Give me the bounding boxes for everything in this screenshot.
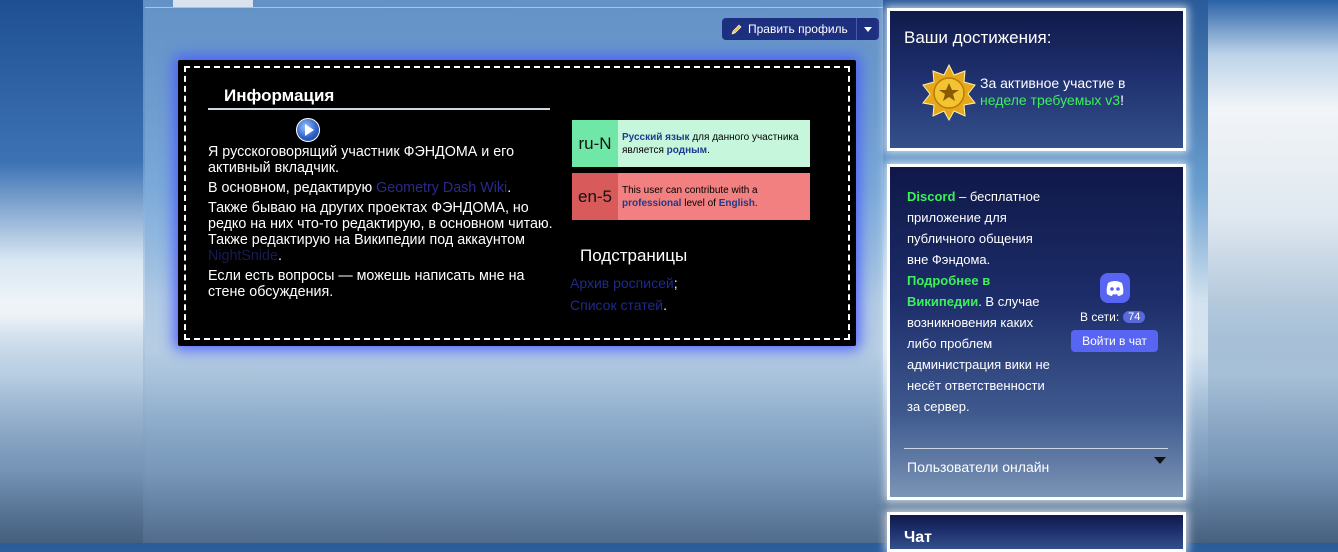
achievement-desc: За активное участие в xyxy=(980,75,1126,91)
info-paragraph-4: Если есть вопросы — можешь написать мне … xyxy=(208,268,525,300)
info-p2-text: В основном, редактирую xyxy=(208,180,377,196)
subpage-sep: . xyxy=(663,297,667,313)
userbox-ru-end: . xyxy=(707,144,710,156)
subpage-link-archive[interactable]: Архив росписей xyxy=(570,275,674,291)
discord-icon xyxy=(1100,273,1130,303)
chevron-down-icon xyxy=(863,26,872,32)
subpage-sep: ; xyxy=(673,275,678,291)
userbox-en-text: This user can contribute with a professi… xyxy=(618,173,810,220)
profile-tab[interactable] xyxy=(173,0,253,7)
achievement-end: ! xyxy=(1120,92,1124,108)
subpage-item: Список статей. xyxy=(570,294,678,316)
subpages-list: Архив росписей; Список статей. xyxy=(570,272,678,316)
medal-icon[interactable] xyxy=(920,63,978,122)
info-divider xyxy=(208,108,550,110)
nightsnide-link[interactable]: NightSnide xyxy=(208,248,278,264)
subpage-link-articles[interactable]: Список статей xyxy=(570,297,663,313)
users-online-label[interactable]: Пользователи онлайн xyxy=(907,459,1049,475)
info-paragraph-2: В основном, редактирую Geometry Dash Wik… xyxy=(208,180,553,196)
subpage-item: Архив росписей; xyxy=(570,272,678,294)
userbox-en: en-5 This user can contribute with a pro… xyxy=(572,173,810,220)
subpages-title: Подстраницы xyxy=(580,246,688,265)
edit-profile-label: Править профиль xyxy=(748,22,848,36)
chat-panel: Чат xyxy=(887,512,1186,552)
userbox-en-end: . xyxy=(754,197,758,209)
userbox-ru-level-link[interactable]: родным xyxy=(667,145,707,156)
chat-header: Чат xyxy=(904,529,932,546)
achievements-header: Ваши достижения: xyxy=(904,28,1052,47)
userbox-en-level-link[interactable]: professional xyxy=(622,198,681,209)
userbox-ru-text: Русский язык для данного участника являе… xyxy=(618,120,810,167)
info-paragraph-1: Я русскоговорящий участник ФЭНДОМА и его… xyxy=(208,144,515,176)
edit-profile-button-group: Править профиль xyxy=(722,18,879,40)
info-text: Я русскоговорящий участник ФЭНДОМА и его… xyxy=(208,144,553,304)
geometry-dash-wiki-link[interactable]: Geometry Dash Wiki xyxy=(376,180,507,196)
achievement-text: За активное участие в неделе требуемых v… xyxy=(980,75,1126,109)
online-count-line: В сети: 74 xyxy=(1080,310,1146,324)
info-title: Информация xyxy=(224,86,335,105)
discord-description: Discord – бесплатное приложение для публ… xyxy=(907,186,1052,417)
users-divider xyxy=(904,448,1168,449)
userbox-ru-lang-link[interactable]: Русский язык xyxy=(622,132,690,143)
userbox-en-lang-link[interactable]: English xyxy=(719,198,755,209)
discord-panel: Discord – бесплатное приложение для публ… xyxy=(887,164,1186,500)
userbox-ru: ru-N Русский язык для данного участника … xyxy=(572,120,810,167)
edit-profile-button[interactable]: Править профиль xyxy=(722,18,857,40)
discord-link[interactable]: Discord xyxy=(907,189,955,204)
info-p3-end: . xyxy=(277,248,282,264)
online-label: В сети: xyxy=(1080,310,1120,324)
discord-disclaimer: . В случае возникновения каких либо проб… xyxy=(907,294,1050,414)
userbox-en-pre: This user can contribute with a xyxy=(622,184,758,196)
userbox-ru-code: ru-N xyxy=(572,120,618,167)
userbox-en-mid: level of xyxy=(681,197,719,209)
achievement-highlight[interactable]: неделе требуемых v3 xyxy=(980,92,1120,108)
info-p2-end: . xyxy=(507,180,512,196)
tab-divider xyxy=(145,7,883,8)
edit-profile-dropdown[interactable] xyxy=(857,18,879,40)
join-chat-button[interactable]: Войти в чат xyxy=(1071,330,1158,352)
info-p3-text: Также бываю на других проектах ФЭНДОМА, … xyxy=(208,200,553,248)
userbox-en-code: en-5 xyxy=(572,173,618,220)
play-icon[interactable] xyxy=(296,118,320,142)
online-count-badge: 74 xyxy=(1123,311,1146,323)
pencil-icon xyxy=(730,23,743,36)
info-box: Информация Я русскоговорящий участник ФЭ… xyxy=(178,60,856,346)
chevron-down-icon[interactable] xyxy=(1154,457,1166,464)
achievements-panel: Ваши достижения: За активное участие в н… xyxy=(887,8,1186,151)
info-paragraph-3: Также бываю на других проектах ФЭНДОМА, … xyxy=(208,200,553,264)
